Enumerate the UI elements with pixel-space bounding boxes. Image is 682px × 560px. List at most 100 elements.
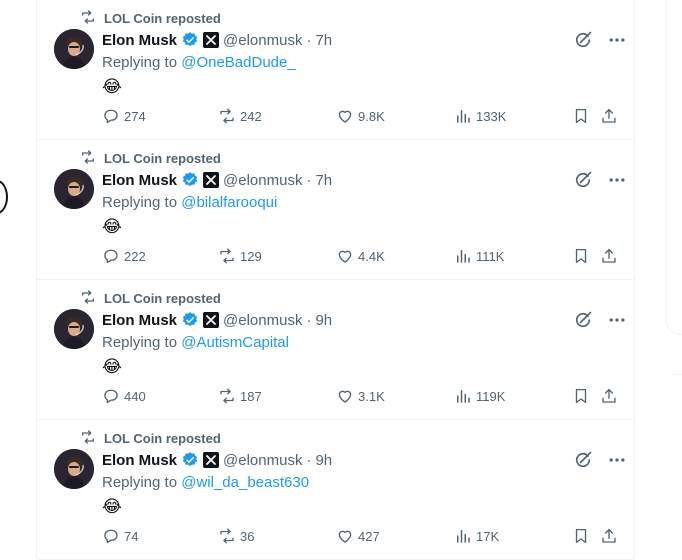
grok-icon[interactable] — [573, 310, 593, 330]
author-name[interactable]: Elon Musk — [102, 312, 177, 329]
repost-label: LOL Coin reposted — [104, 290, 221, 306]
like-button[interactable]: 427 — [336, 527, 380, 545]
like-button[interactable]: 4.4K — [336, 247, 385, 265]
repost-context[interactable]: LOL Coin reposted — [80, 429, 221, 447]
mention-link[interactable]: @wil_da_beast630 — [181, 474, 309, 491]
x-affiliation-icon — [203, 32, 220, 48]
share-button[interactable] — [600, 527, 618, 545]
share-button[interactable] — [600, 247, 618, 265]
heart-icon — [336, 247, 354, 265]
replying-to: Replying to @bilalfarooqui — [102, 194, 277, 211]
mention-link[interactable]: @AutismCapital — [181, 334, 289, 351]
bookmark-button[interactable] — [572, 247, 590, 265]
timestamp[interactable]: 7h — [315, 32, 332, 49]
repost-icon — [218, 387, 236, 405]
more-options-icon[interactable] — [607, 170, 627, 190]
heart-icon — [336, 107, 354, 125]
author-handle[interactable]: @elonmusk — [223, 452, 302, 469]
heart-icon — [336, 387, 354, 405]
reply-button[interactable]: 274 — [102, 107, 146, 125]
like-count: 9.8K — [358, 108, 385, 124]
verified-badge-icon — [181, 311, 199, 329]
views-chart-icon — [454, 107, 472, 125]
views-button[interactable]: 17K — [454, 527, 499, 545]
tweet[interactable]: LOL Coin reposted Elon Musk @elonmusk · … — [37, 140, 634, 280]
grok-icon[interactable] — [573, 30, 593, 50]
grok-icon[interactable] — [573, 170, 593, 190]
tweet[interactable]: LOL Coin reposted Elon Musk @elonmusk · … — [37, 280, 634, 420]
repost-context[interactable]: LOL Coin reposted — [80, 9, 221, 27]
replying-prefix: Replying to — [102, 474, 178, 491]
repost-button[interactable]: 187 — [218, 387, 262, 405]
like-count: 427 — [358, 528, 380, 544]
repost-icon — [218, 247, 236, 265]
like-count: 4.4K — [358, 248, 385, 264]
avatar[interactable] — [54, 29, 94, 69]
mention-link[interactable]: @OneBadDude_ — [181, 54, 295, 71]
author-name[interactable]: Elon Musk — [102, 32, 177, 49]
repost-button[interactable]: 242 — [218, 107, 262, 125]
more-options-icon[interactable] — [607, 450, 627, 470]
views-button[interactable]: 133K — [454, 107, 506, 125]
bookmark-icon — [572, 107, 590, 125]
repost-icon — [80, 9, 96, 28]
mention-link[interactable]: @bilalfarooqui — [181, 194, 277, 211]
reply-button[interactable]: 222 — [102, 247, 146, 265]
replying-to: Replying to @OneBadDude_ — [102, 54, 296, 71]
bookmark-button[interactable] — [572, 107, 590, 125]
views-count: 119K — [476, 388, 506, 404]
avatar[interactable] — [54, 309, 94, 349]
replying-prefix: Replying to — [102, 54, 178, 71]
more-options-icon[interactable] — [607, 30, 627, 50]
right-sidebar-panel — [666, 0, 682, 335]
like-count: 3.1K — [358, 388, 385, 404]
author-handle[interactable]: @elonmusk — [223, 32, 302, 49]
share-button[interactable] — [600, 107, 618, 125]
repost-icon — [80, 429, 96, 448]
separator-dot: · — [306, 31, 312, 49]
partial-circle-button[interactable] — [0, 180, 8, 214]
timestamp[interactable]: 9h — [315, 452, 332, 469]
reply-count: 74 — [124, 528, 139, 544]
bookmark-icon — [572, 387, 590, 405]
grok-icon[interactable] — [573, 450, 593, 470]
bookmark-icon — [572, 527, 590, 545]
repost-label: LOL Coin reposted — [104, 430, 221, 446]
tweet-top-actions — [573, 310, 627, 330]
tweet[interactable]: LOL Coin reposted Elon Musk @elonmusk · … — [37, 0, 634, 140]
views-chart-icon — [454, 247, 472, 265]
author-name[interactable]: Elon Musk — [102, 172, 177, 189]
bookmark-button[interactable] — [572, 527, 590, 545]
more-options-icon[interactable] — [607, 310, 627, 330]
tweet[interactable]: LOL Coin reposted Elon Musk @elonmusk · … — [37, 420, 634, 560]
reply-button[interactable]: 74 — [102, 527, 138, 545]
like-button[interactable]: 3.1K — [336, 387, 385, 405]
tweet-top-actions — [573, 30, 627, 50]
repost-count: 129 — [240, 248, 262, 264]
repost-button[interactable]: 36 — [218, 527, 254, 545]
reply-button[interactable]: 440 — [102, 387, 146, 405]
repost-context[interactable]: LOL Coin reposted — [80, 289, 221, 307]
timestamp[interactable]: 7h — [315, 172, 332, 189]
share-button[interactable] — [600, 387, 618, 405]
separator-dot: · — [306, 311, 312, 329]
repost-label: LOL Coin reposted — [104, 10, 221, 26]
author-name[interactable]: Elon Musk — [102, 452, 177, 469]
timestamp[interactable]: 9h — [315, 312, 332, 329]
repost-button[interactable]: 129 — [218, 247, 262, 265]
author-handle[interactable]: @elonmusk — [223, 172, 302, 189]
author-handle[interactable]: @elonmusk — [223, 312, 302, 329]
bookmark-button[interactable] — [572, 387, 590, 405]
heart-icon — [336, 527, 354, 545]
tweet-text: 😂 — [102, 357, 122, 377]
tweet-actions: 74 36 427 17K — [102, 527, 622, 547]
avatar[interactable] — [54, 169, 94, 209]
repost-icon — [80, 289, 96, 308]
like-button[interactable]: 9.8K — [336, 107, 385, 125]
views-button[interactable]: 111K — [454, 247, 504, 265]
tweet-text: 😂 — [102, 217, 122, 237]
views-button[interactable]: 119K — [454, 387, 505, 405]
replying-to: Replying to @wil_da_beast630 — [102, 474, 309, 491]
avatar[interactable] — [54, 449, 94, 489]
repost-context[interactable]: LOL Coin reposted — [80, 149, 221, 167]
